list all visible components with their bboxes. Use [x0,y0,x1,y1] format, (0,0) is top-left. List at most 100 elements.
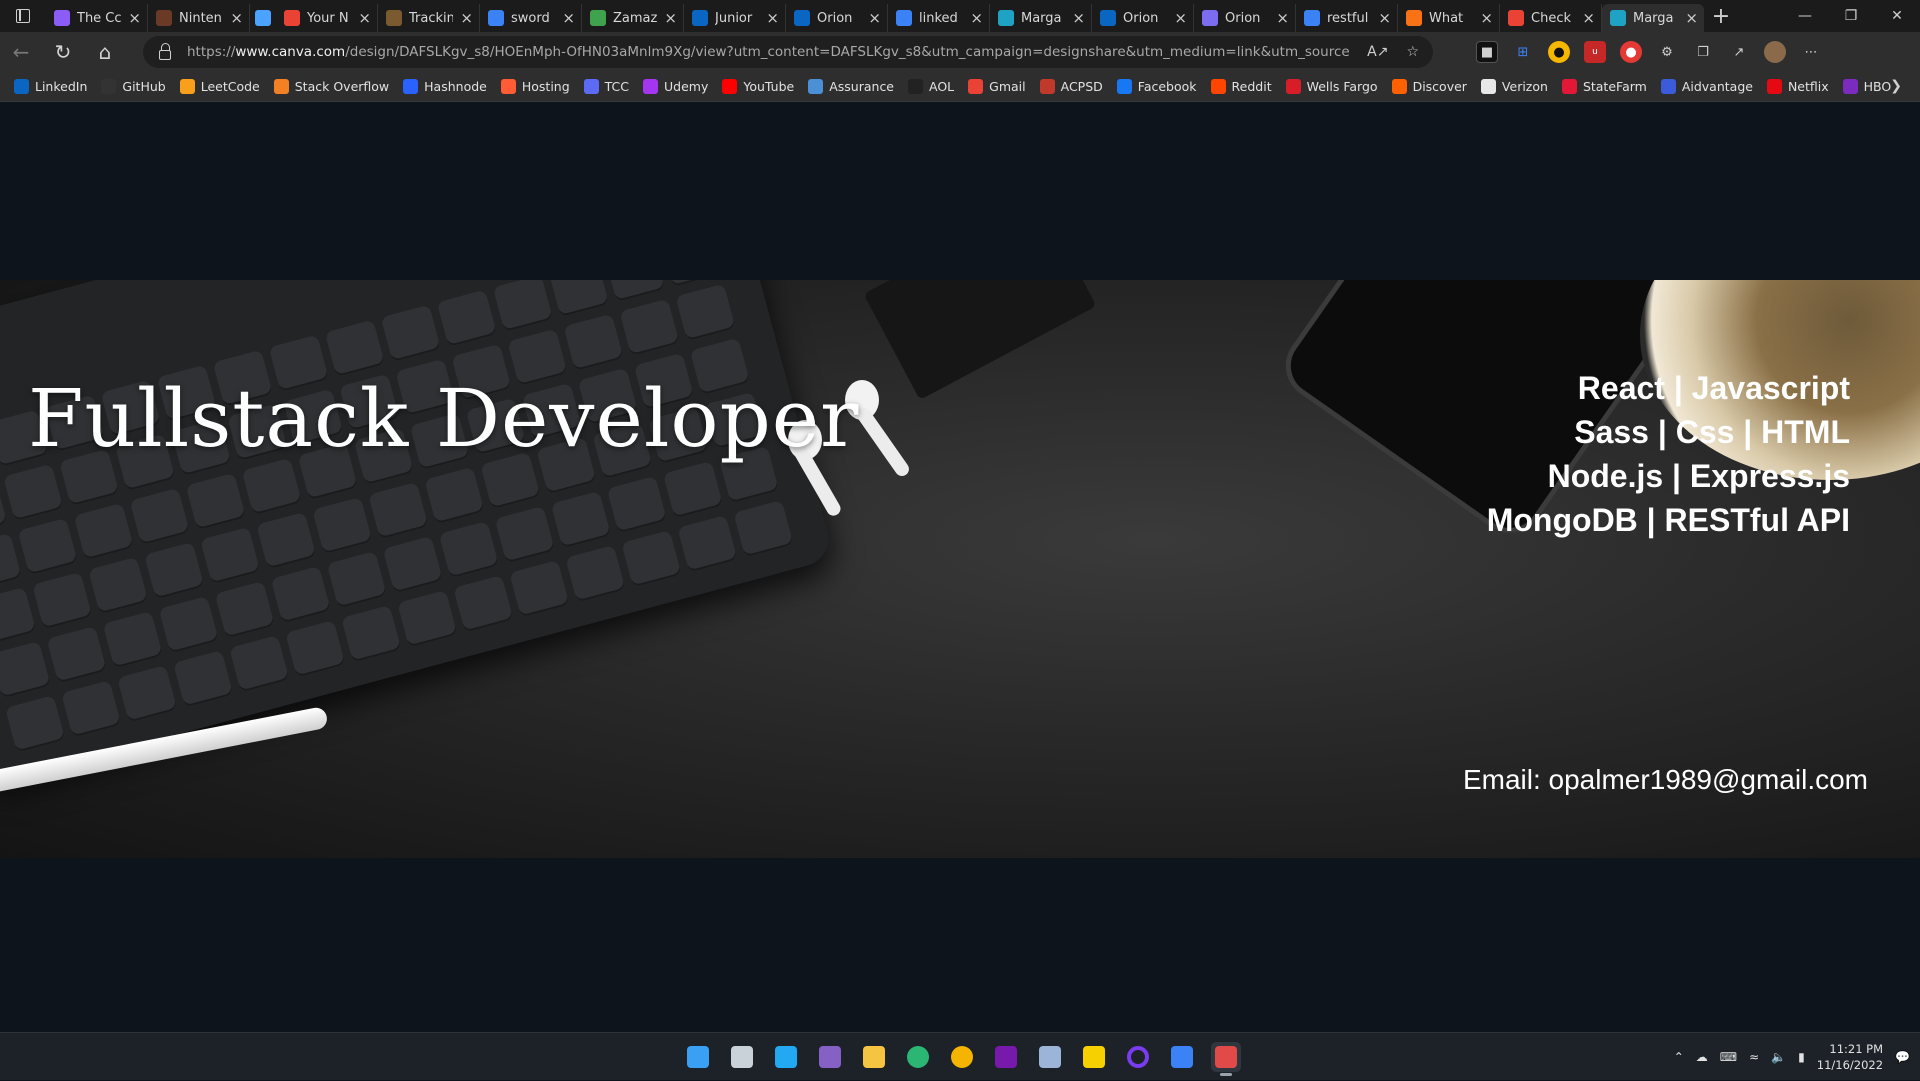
extension-honey-icon[interactable]: ● [1548,41,1570,63]
steam-icon[interactable] [1167,1042,1197,1072]
more-menu-icon[interactable]: ⋯ [1800,41,1822,63]
favorite-star-icon[interactable]: ☆ [1406,44,1419,60]
share-icon[interactable]: ↗ [1728,41,1750,63]
tray-chevron-icon[interactable]: ⌃ [1674,1050,1684,1064]
tab[interactable]: Ninten × [148,4,250,32]
back-button[interactable]: ← [0,32,42,72]
close-tab-icon[interactable]: × [1582,9,1595,27]
edge-icon[interactable] [903,1042,933,1072]
bookmark-item[interactable]: Assurance [808,79,894,94]
keyboard-icon[interactable]: ⌨ [1720,1050,1737,1064]
wifi-icon[interactable]: ≈ [1749,1050,1759,1064]
notifications-icon[interactable]: 💬 [1895,1050,1910,1064]
close-tab-icon[interactable]: × [868,9,881,27]
start-icon[interactable] [683,1042,713,1072]
tab[interactable]: sword × [480,4,582,32]
bookmarks-chevron-icon[interactable]: ❯ [1890,78,1902,94]
tab[interactable]: Zamaz × [582,4,684,32]
bookmark-item[interactable]: Stack Overflow [273,79,389,94]
tab[interactable]: Orion × [1092,4,1194,32]
bookmark-item[interactable]: Facebook [1116,79,1197,94]
extension-ublock-icon[interactable]: u [1584,41,1606,63]
tab[interactable] [250,4,276,32]
tab[interactable]: Orion × [786,4,888,32]
address-bar[interactable]: https://www.canva.com/design/DAFSLKgv_s8… [143,36,1433,68]
chrome-icon[interactable] [947,1042,977,1072]
sticky-notes-icon[interactable] [1079,1042,1109,1072]
bookmark-item[interactable]: AOL [908,79,954,94]
linkedin-icon [692,10,708,26]
close-tab-icon[interactable]: × [766,9,779,27]
tab[interactable]: The Cc × [46,4,148,32]
restore-button[interactable]: ❐ [1828,0,1874,32]
bookmark-item[interactable]: Aidvantage [1660,79,1753,94]
battery-icon[interactable]: ▮ [1798,1050,1805,1064]
bookmark-item[interactable]: Gmail [968,79,1026,94]
close-tab-icon[interactable]: × [1276,9,1289,27]
close-tab-icon[interactable]: × [562,9,575,27]
close-tab-icon[interactable]: × [1072,9,1085,27]
read-aloud-icon[interactable]: A↗ [1367,44,1388,60]
refresh-button[interactable]: ↻ [42,32,84,72]
bookmark-item[interactable]: Verizon [1480,79,1548,94]
close-tab-icon[interactable]: × [664,9,677,27]
bookmark-item[interactable]: Wells Fargo [1285,79,1378,94]
close-tab-icon[interactable]: × [230,9,243,27]
close-tab-icon[interactable]: × [358,9,371,27]
close-tab-icon[interactable]: × [970,9,983,27]
visual-studio-icon[interactable] [815,1042,845,1072]
tab[interactable]: Junior × [684,4,786,32]
tab[interactable]: restful × [1296,4,1398,32]
tab[interactable]: Trackin × [378,4,480,32]
close-tab-icon[interactable]: × [1685,9,1698,27]
extension-lastpass-icon[interactable]: ● [1620,41,1642,63]
close-tab-icon[interactable]: × [1174,9,1187,27]
extension-crop-icon[interactable]: ⊞ [1512,41,1534,63]
bookmark-item[interactable]: LeetCode [179,79,260,94]
url-text[interactable]: https://www.canva.com/design/DAFSLKgv_s8… [187,44,1349,60]
extensions-puzzle-icon[interactable]: ⚙ [1656,41,1678,63]
file-explorer-icon[interactable] [859,1042,889,1072]
bookmark-item[interactable]: TCC [583,79,629,94]
bookmark-item[interactable]: GitHub [101,79,166,94]
bookmark-item[interactable]: Reddit [1210,79,1272,94]
bookmark-item[interactable]: Netflix [1766,79,1829,94]
tab[interactable]: linked × [888,4,990,32]
close-tab-icon[interactable]: × [1378,9,1391,27]
snipping-tool-icon[interactable] [1211,1042,1241,1076]
tab[interactable]: Your N × [276,4,378,32]
onenote-icon[interactable] [991,1042,1021,1072]
bookmark-item[interactable]: Discover [1391,79,1467,94]
bookmark-item[interactable]: YouTube [722,79,794,94]
tab[interactable]: What × [1398,4,1500,32]
monitor-icon[interactable] [1035,1042,1065,1072]
close-tab-icon[interactable]: × [128,9,141,27]
task-view-icon[interactable] [727,1042,757,1072]
extension-lock-icon[interactable]: ■ [1476,41,1498,63]
bookmark-item[interactable]: HBO [1842,79,1891,94]
bookmark-item[interactable]: LinkedIn [14,79,87,94]
home-button[interactable]: ⌂ [84,32,126,72]
close-window-button[interactable]: ✕ [1874,0,1920,32]
volume-icon[interactable]: 🔈 [1771,1050,1786,1064]
bookmark-item[interactable]: Hashnode [403,79,487,94]
bookmark-item[interactable]: StateFarm [1561,79,1647,94]
tab-actions-button[interactable] [0,0,46,32]
tab[interactable]: Orion × [1194,4,1296,32]
close-tab-icon[interactable]: × [1480,9,1493,27]
tab[interactable]: Marga × [990,4,1092,32]
collections-icon[interactable]: ❐ [1692,41,1714,63]
cortana-icon[interactable] [1123,1042,1153,1072]
minimize-button[interactable]: — [1782,0,1828,32]
profile-avatar[interactable] [1764,41,1786,63]
close-tab-icon[interactable]: × [460,9,473,27]
cloud-icon[interactable]: ☁ [1696,1050,1708,1064]
bookmark-item[interactable]: Hosting [500,79,570,94]
tab[interactable]: Check × [1500,4,1602,32]
bookmark-item[interactable]: Udemy [643,79,708,94]
tab[interactable]: Marga × [1602,4,1704,32]
clock[interactable]: 11:21 PM 11/16/2022 [1817,1041,1883,1073]
bookmark-item[interactable]: ACPSD [1039,79,1103,94]
vscode-icon[interactable] [771,1042,801,1072]
new-tab-button[interactable]: + [1704,2,1738,30]
